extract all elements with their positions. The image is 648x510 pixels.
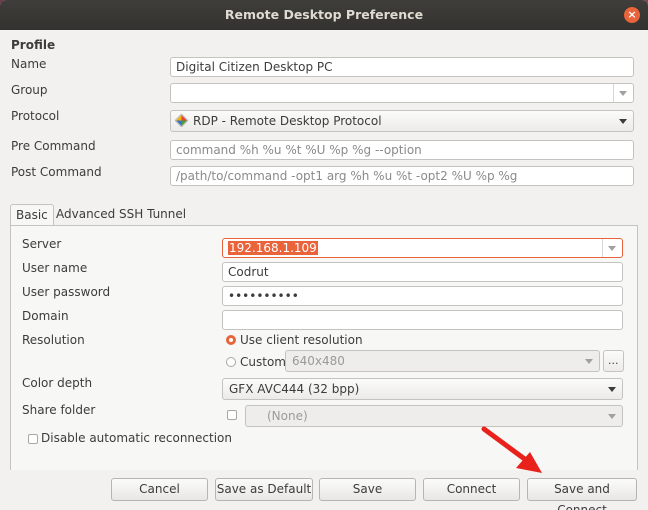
share-folder-label: Share folder xyxy=(22,403,96,417)
group-dropdown-button[interactable] xyxy=(613,84,633,102)
username-label: User name xyxy=(22,261,88,275)
title-bar: Remote Desktop Preference × xyxy=(0,0,648,30)
resolution-label: Resolution xyxy=(22,333,85,347)
precommand-field[interactable]: command %h %u %t %U %p %g --option xyxy=(170,140,634,160)
custom-resolution-radio[interactable] xyxy=(226,357,236,367)
share-folder-value: (None) xyxy=(267,409,308,423)
preference-window: Remote Desktop Preference × Profile Name… xyxy=(0,0,648,510)
chevron-down-icon xyxy=(608,414,616,419)
tab-basic[interactable]: Basic xyxy=(10,204,54,226)
disable-reconnect-checkbox[interactable] xyxy=(28,434,38,444)
custom-resolution-label: Custom xyxy=(240,355,286,369)
custom-resolution-value: 640x480 xyxy=(292,354,345,368)
server-value: 192.168.1.109 xyxy=(228,241,318,255)
color-depth-value: GFX AVC444 (32 bpp) xyxy=(229,382,360,396)
use-client-resolution-label: Use client resolution xyxy=(240,333,363,347)
custom-resolution-more-button[interactable]: ... xyxy=(603,350,624,372)
chevron-down-icon xyxy=(619,119,627,124)
save-and-connect-button[interactable]: Save and Connect xyxy=(527,478,637,510)
protocol-select[interactable]: RDP - Remote Desktop Protocol xyxy=(170,110,634,132)
password-field[interactable]: •••••••••• xyxy=(222,286,623,306)
tab-advanced[interactable]: Advanced xyxy=(51,204,120,226)
postcommand-field[interactable]: /path/to/command -opt1 arg %h %u %t -opt… xyxy=(170,166,634,186)
disable-reconnect-label: Disable automatic reconnection xyxy=(41,431,232,445)
chevron-down-icon xyxy=(608,387,616,392)
domain-field[interactable] xyxy=(222,310,623,330)
server-combo-entry[interactable]: 192.168.1.109 xyxy=(222,238,623,258)
protocol-value: RDP - Remote Desktop Protocol xyxy=(193,114,382,128)
server-dropdown-button[interactable] xyxy=(602,239,622,257)
username-field[interactable]: Codrut xyxy=(222,262,623,282)
tab-ssh-tunnel[interactable]: SSH Tunnel xyxy=(114,204,191,226)
postcommand-label: Post Command xyxy=(11,165,102,179)
name-label: Name xyxy=(11,57,47,71)
chevron-down-icon xyxy=(585,359,593,364)
red-arrow-icon xyxy=(481,426,542,473)
save-button[interactable]: Save xyxy=(319,478,416,501)
color-depth-select[interactable]: GFX AVC444 (32 bpp) xyxy=(222,378,623,400)
rdp-icon xyxy=(175,114,188,127)
color-depth-label: Color depth xyxy=(22,376,93,390)
profile-heading: Profile xyxy=(11,38,56,52)
share-folder-select[interactable]: (None) xyxy=(245,405,623,427)
password-label: User password xyxy=(22,285,111,299)
chevron-down-icon xyxy=(619,91,627,96)
close-icon[interactable]: × xyxy=(624,7,640,23)
protocol-label: Protocol xyxy=(11,109,60,123)
window-title: Remote Desktop Preference xyxy=(224,7,424,22)
chevron-down-icon xyxy=(608,246,616,251)
save-as-default-button[interactable]: Save as Default xyxy=(215,478,313,501)
name-field[interactable]: Digital Citizen Desktop PC xyxy=(170,57,634,77)
precommand-label: Pre Command xyxy=(11,139,96,153)
connect-button[interactable]: Connect xyxy=(423,478,520,501)
group-combo-entry[interactable] xyxy=(170,83,634,103)
server-label: Server xyxy=(22,237,62,251)
cancel-button[interactable]: Cancel xyxy=(111,478,208,501)
share-folder-checkbox[interactable] xyxy=(227,410,237,420)
domain-label: Domain xyxy=(22,309,69,323)
custom-resolution-select[interactable]: 640x480 xyxy=(285,350,600,372)
use-client-resolution-radio[interactable] xyxy=(226,335,236,345)
group-label: Group xyxy=(11,83,48,97)
